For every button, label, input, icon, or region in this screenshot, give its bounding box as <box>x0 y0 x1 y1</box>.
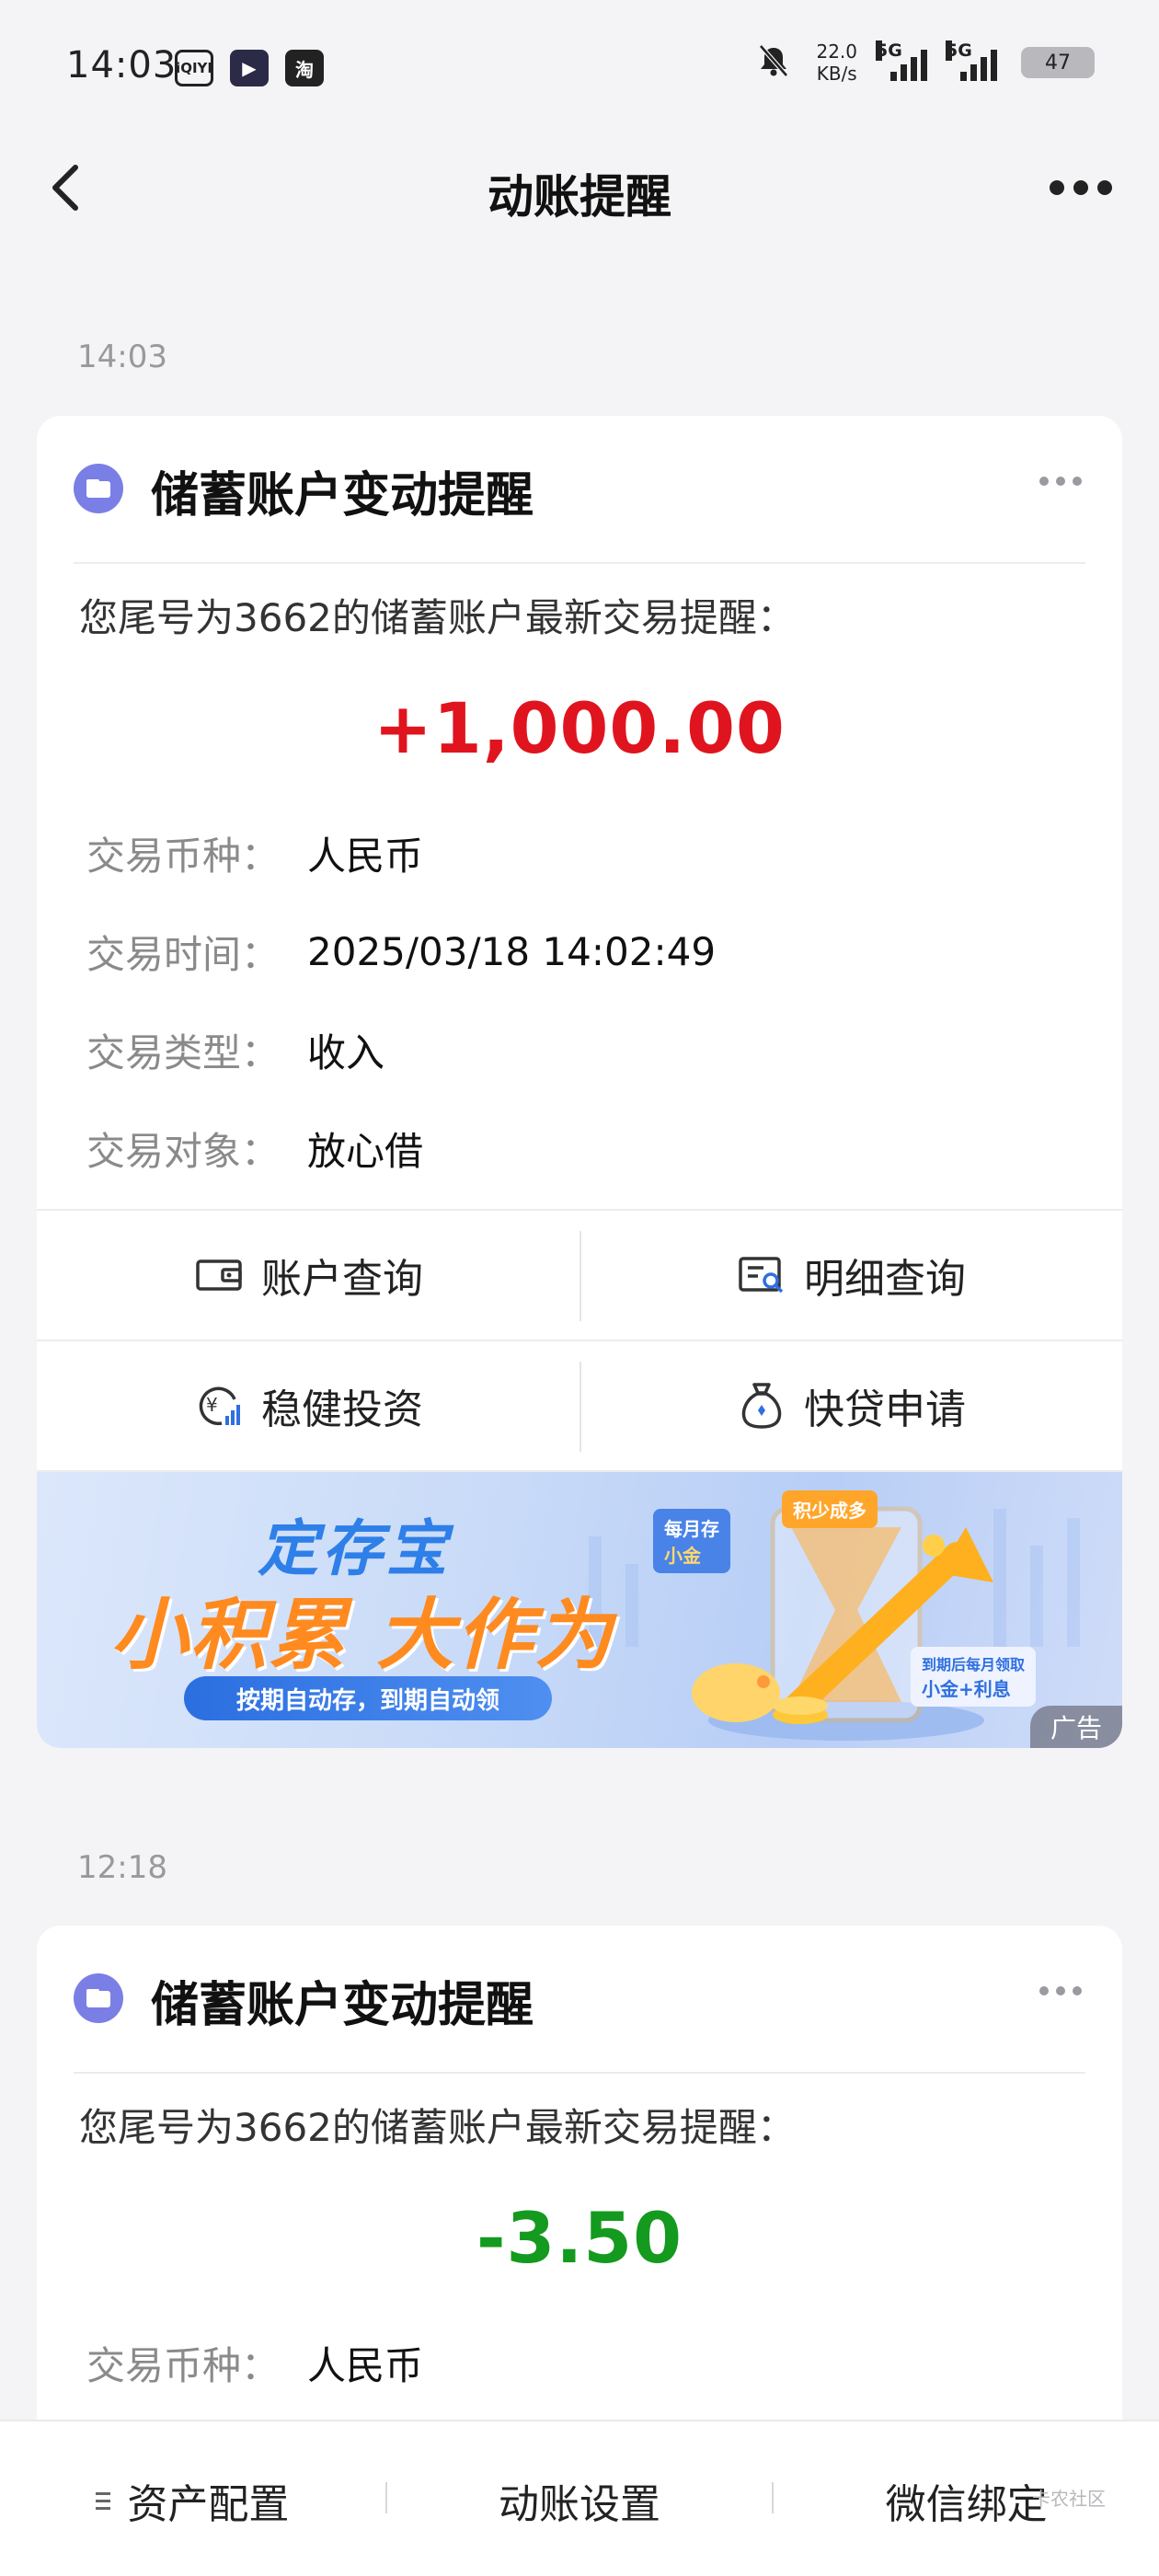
quick-loan-button[interactable]: 快贷申请 <box>580 1341 1122 1470</box>
card-more-button[interactable] <box>1039 477 1082 486</box>
net-speed: 22.0 KB/s <box>816 40 857 85</box>
detail-key: 交易币种： <box>86 834 281 879</box>
dot-icon <box>1073 180 1088 195</box>
svg-text:¥: ¥ <box>206 1394 218 1416</box>
card-intro: 您尾号为3662的储蓄账户最新交易提醒： <box>79 595 796 640</box>
detail-value: 人民币 <box>307 834 424 879</box>
account-query-button[interactable]: 账户查询 <box>37 1211 580 1340</box>
battery-indicator: 47 <box>1021 47 1095 78</box>
detail-rows: 交易币种： 人民币 <box>37 2314 1122 2412</box>
alert-settings-button[interactable]: 动账设置 <box>387 2471 773 2530</box>
card-actions: 账户查询 明细查询 ¥ 稳健投资 快贷申请 <box>37 1209 1122 1472</box>
card-title: 储蓄账户变动提醒 <box>151 1978 534 2033</box>
card-intro: 您尾号为3662的储蓄账户最新交易提醒： <box>79 2105 796 2150</box>
wallet-icon <box>74 1973 123 2023</box>
card-header: 储蓄账户变动提醒 <box>37 1926 1122 2074</box>
transaction-amount: +1,000.00 <box>373 687 786 769</box>
banner-subtitle: 按期自动存，到期自动领 <box>184 1676 552 1720</box>
wallet-icon <box>74 464 123 513</box>
banner-tag: 每月存 小金 <box>653 1509 730 1573</box>
steady-invest-button[interactable]: ¥ 稳健投资 <box>37 1341 580 1470</box>
signal-2-icon: 5G <box>946 40 997 81</box>
promo-banner[interactable]: 定存宝 小积累 大作为 按期自动存，到期自动领 每月存 小金 积少成多 到期后每月… <box>37 1472 1122 1748</box>
detail-value: 2025/03/18 14:02:49 <box>307 929 717 974</box>
mute-bell-icon <box>755 42 792 83</box>
page-title: 动账提醒 <box>488 170 671 224</box>
message-card: 储蓄账户变动提醒 您尾号为3662的储蓄账户最新交易提醒： -3.50 交易币种… <box>37 1926 1122 2441</box>
statement-search-icon <box>736 1249 787 1301</box>
asset-allocation-button[interactable]: 资产配置 <box>0 2471 385 2530</box>
detail-key: 交易类型： <box>86 1030 281 1075</box>
detail-row: 交易币种： 人民币 <box>86 2314 1073 2412</box>
iqiyi-app-icon: iQIYI <box>175 50 213 86</box>
detail-row: 交易时间： 2025/03/18 14:02:49 <box>86 903 1073 1001</box>
detail-row: 交易对象： 放心借 <box>86 1099 1073 1198</box>
detail-key: 交易对象： <box>86 1129 281 1174</box>
watermark: 卡农社区 <box>1032 2488 1106 2510</box>
transaction-amount: -3.50 <box>476 2197 683 2279</box>
dot-icon <box>1050 180 1064 195</box>
card-title: 储蓄账户变动提醒 <box>151 468 534 523</box>
menu-icon <box>96 2491 111 2510</box>
wallet-outline-icon <box>193 1249 245 1301</box>
divider <box>74 562 1085 564</box>
taobao-app-icon: 淘 <box>285 50 324 86</box>
bottom-menu-bar: 资产配置 动账设置 微信绑定 <box>0 2420 1159 2576</box>
banner-slogan: 小积累 大作为 <box>110 1590 614 1680</box>
signal-1-icon: 5G <box>876 40 927 81</box>
detail-row: 交易币种： 人民币 <box>86 804 1073 903</box>
detail-key: 交易时间： <box>86 932 281 977</box>
status-bar: 14:03 iQIYI ▶ 淘 22.0 KB/s 5G 5G 47 <box>0 0 1159 138</box>
yuan-chart-icon: ¥ <box>193 1380 245 1432</box>
more-menu-button[interactable] <box>1039 158 1122 217</box>
card-header: 储蓄账户变动提醒 <box>37 416 1122 564</box>
message-time: 14:03 <box>77 339 167 375</box>
status-time: 14:03 <box>66 44 178 86</box>
nav-bar: 动账提醒 <box>0 138 1159 239</box>
detail-value: 收入 <box>307 1030 385 1075</box>
detail-value: 放心借 <box>307 1129 424 1174</box>
detail-rows: 交易币种： 人民币 交易时间： 2025/03/18 14:02:49 交易类型： 收… <box>37 804 1122 1198</box>
detail-key: 交易币种： <box>86 2343 281 2388</box>
detail-value: 人民币 <box>307 2343 424 2388</box>
video-app-icon: ▶ <box>230 50 269 86</box>
divider <box>74 2072 1085 2074</box>
banner-tag: 到期后每月领取 小金+利息 <box>911 1647 1037 1707</box>
banner-tag: 积少成多 <box>782 1490 878 1528</box>
detail-query-button[interactable]: 明细查询 <box>580 1211 1122 1340</box>
message-card: 储蓄账户变动提醒 您尾号为3662的储蓄账户最新交易提醒： +1,000.00 … <box>37 416 1122 1748</box>
money-bag-icon <box>736 1380 787 1432</box>
ad-badge: 广告 <box>1030 1706 1122 1748</box>
dot-icon <box>1097 180 1112 195</box>
detail-row: 交易类型： 收入 <box>86 1001 1073 1099</box>
message-time: 12:18 <box>77 1849 167 1886</box>
card-more-button[interactable] <box>1039 1986 1082 1995</box>
